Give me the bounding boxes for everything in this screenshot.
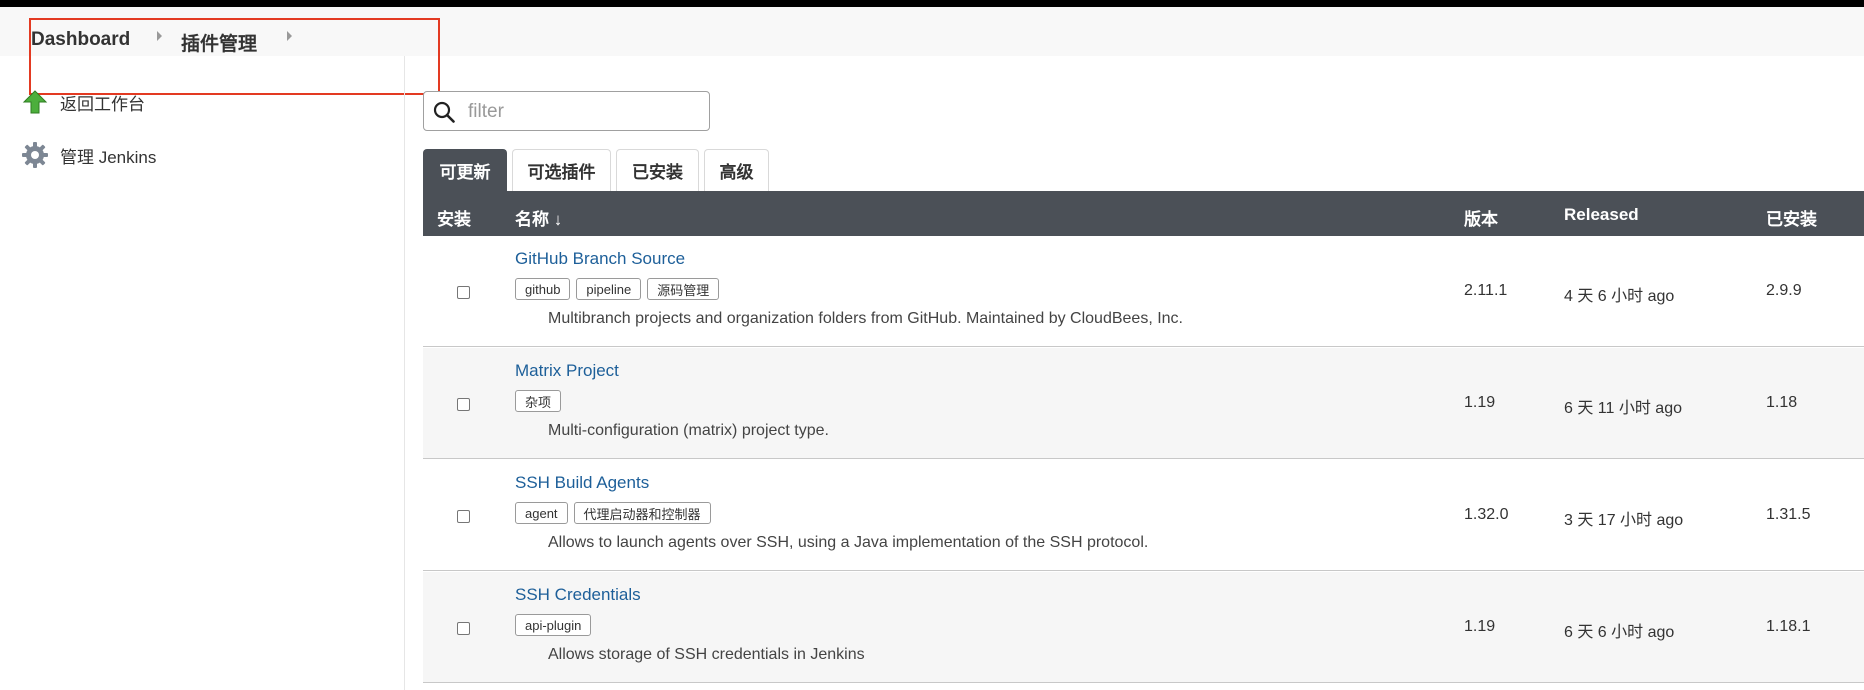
plugin-tag[interactable]: pipeline bbox=[576, 278, 642, 300]
sidebar-divider bbox=[404, 56, 405, 690]
plugin-tags: agent 代理启动器和控制器 bbox=[515, 502, 711, 524]
plugin-tag[interactable]: agent bbox=[515, 502, 568, 524]
plugin-tag[interactable]: 代理启动器和控制器 bbox=[573, 502, 711, 524]
plugin-tag[interactable]: api-plugin bbox=[515, 614, 592, 636]
tab-installed[interactable]: 已安装 bbox=[616, 149, 699, 191]
plugin-tag[interactable]: 源码管理 bbox=[647, 278, 720, 300]
table-header: 安装 名称 ↓ 版本 Released 已安装 bbox=[423, 191, 1864, 236]
tab-available[interactable]: 可选插件 bbox=[512, 149, 611, 191]
plugin-name-link[interactable]: SSH Credentials bbox=[515, 585, 641, 605]
plugin-version: 1.19 bbox=[1464, 394, 1496, 411]
filter-box[interactable] bbox=[423, 91, 710, 131]
plugin-description: Allows to launch agents over SSH, using … bbox=[548, 534, 1149, 551]
install-checkbox[interactable] bbox=[457, 286, 470, 299]
sidebar-item-manage-jenkins[interactable]: 管理 Jenkins bbox=[20, 140, 156, 170]
plugin-released: 3 天 17 小时 ago bbox=[1564, 512, 1684, 529]
plugin-installed-version: 2.9.9 bbox=[1766, 282, 1802, 299]
install-checkbox[interactable] bbox=[457, 622, 470, 635]
search-icon bbox=[433, 101, 455, 128]
plugin-version: 2.11.1 bbox=[1464, 282, 1508, 299]
plugin-description: Multibranch projects and organization fo… bbox=[548, 310, 1183, 327]
column-header-released[interactable]: Released bbox=[1564, 205, 1639, 225]
plugin-version: 1.19 bbox=[1464, 618, 1496, 635]
top-bar bbox=[0, 0, 1864, 7]
plugin-tag[interactable]: 杂项 bbox=[515, 390, 562, 412]
plugin-released: 6 天 6 小时 ago bbox=[1564, 624, 1675, 641]
highlight-box bbox=[29, 18, 440, 95]
tab-updates[interactable]: 可更新 bbox=[423, 149, 507, 191]
install-checkbox[interactable] bbox=[457, 398, 470, 411]
plugin-name-link[interactable]: Matrix Project bbox=[515, 361, 619, 381]
column-header-name[interactable]: 名称 ↓ bbox=[515, 205, 562, 230]
plugin-tags: api-plugin bbox=[515, 614, 592, 636]
plugin-installed-version: 1.31.5 bbox=[1766, 506, 1811, 523]
gear-icon bbox=[20, 140, 50, 170]
table-row: SSH Credentials api-plugin Allows storag… bbox=[423, 572, 1864, 683]
column-header-version[interactable]: 版本 bbox=[1464, 205, 1498, 230]
plugin-released: 6 天 11 小时 ago bbox=[1564, 400, 1682, 417]
plugin-description: Allows storage of SSH credentials in Jen… bbox=[548, 646, 865, 663]
plugin-installed-version: 1.18 bbox=[1766, 394, 1798, 411]
up-arrow-icon bbox=[20, 87, 50, 117]
plugin-description: Multi-configuration (matrix) project typ… bbox=[548, 422, 829, 439]
plugin-released: 4 天 6 小时 ago bbox=[1564, 288, 1675, 305]
filter-input[interactable] bbox=[466, 98, 700, 126]
table-row: GitHub Branch Source github pipeline 源码管… bbox=[423, 236, 1864, 347]
column-header-install: 安装 bbox=[437, 210, 471, 229]
table-row: Matrix Project 杂项 Multi-configuration (m… bbox=[423, 348, 1864, 459]
plugin-tags: 杂项 bbox=[515, 390, 562, 412]
plugin-installed-version: 1.18.1 bbox=[1766, 618, 1811, 635]
column-header-installed[interactable]: 已安装 bbox=[1766, 205, 1817, 230]
tab-advanced[interactable]: 高级 bbox=[704, 149, 769, 191]
install-checkbox[interactable] bbox=[457, 510, 470, 523]
table-row: SSH Build Agents agent 代理启动器和控制器 Allows … bbox=[423, 460, 1864, 571]
sidebar-item-back-to-dashboard[interactable]: 返回工作台 bbox=[20, 87, 145, 117]
sidebar-item-label: 返回工作台 bbox=[60, 94, 145, 114]
plugin-tag[interactable]: github bbox=[515, 278, 571, 300]
sidebar-item-label: 管理 Jenkins bbox=[60, 147, 157, 167]
plugin-name-link[interactable]: GitHub Branch Source bbox=[515, 249, 685, 269]
plugin-tags: github pipeline 源码管理 bbox=[515, 278, 720, 300]
plugin-version: 1.32.0 bbox=[1464, 506, 1509, 523]
plugin-name-link[interactable]: SSH Build Agents bbox=[515, 473, 649, 493]
